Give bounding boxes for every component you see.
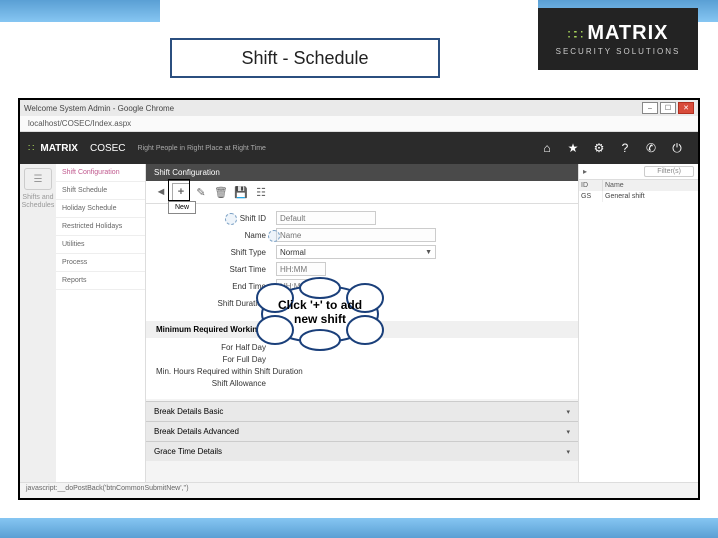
brand-name: MATRIX [587, 22, 668, 45]
category-rail: ☰ Shifts and Schedules [20, 164, 56, 482]
annotation-marker [268, 230, 280, 242]
start-time-label: Start Time [156, 265, 276, 274]
category-icon[interactable]: ☰ [24, 168, 52, 190]
full-day-label: For Full Day [156, 355, 276, 364]
window-maximize-button[interactable]: ☐ [660, 102, 676, 114]
name-label: Name [156, 231, 276, 240]
right-list-panel: ▸ Filter(s) ID Name GS General shift [578, 164, 698, 482]
sidebar-item-shift-schedule[interactable]: Shift Schedule [56, 182, 145, 200]
col-id-header: ID [579, 180, 603, 191]
callout-bubble: Click '+' to add new shift [245, 276, 395, 352]
slide-title: Shift - Schedule [241, 48, 368, 69]
shift-allowance-label: Shift Allowance [156, 379, 276, 388]
browser-address-bar[interactable]: localhost/COSEC/Index.aspx [20, 116, 698, 132]
window-close-button[interactable]: ✕ [678, 102, 694, 114]
app-name: COSEC [90, 143, 126, 154]
window-minimize-button[interactable]: – [642, 102, 658, 114]
list-collapse-icon[interactable]: ▸ [583, 167, 587, 176]
sidebar-item-restricted-holidays[interactable]: Restricted Holidays [56, 218, 145, 236]
app-tagline: Right People in Right Place at Right Tim… [138, 145, 266, 152]
accordion-grace-time-label: Grace Time Details [154, 447, 222, 456]
shift-id-input[interactable] [276, 211, 376, 225]
app-logo-icon: ∷ [28, 143, 34, 154]
sidebar-item-holiday-schedule[interactable]: Holiday Schedule [56, 200, 145, 218]
accent-bottom [0, 518, 718, 538]
brand-logo: ∷∷ MATRIX SECURITY SOLUTIONS [538, 8, 698, 70]
sidebar-item-reports[interactable]: Reports [56, 272, 145, 290]
browser-address-text: localhost/COSEC/Index.aspx [28, 119, 131, 128]
callout-line2: new shift [294, 312, 346, 326]
accordion-break-basic-label: Break Details Basic [154, 407, 223, 416]
power-icon[interactable]: ⏻ [664, 136, 690, 160]
name-input[interactable] [276, 228, 436, 242]
app-brand: MATRIX [40, 143, 78, 154]
chevron-down-icon: ▼ [425, 249, 432, 256]
start-time-input[interactable] [276, 262, 326, 276]
app-header: ∷ MATRIX COSEC Right People in Right Pla… [20, 132, 698, 164]
chevron-down-icon: ▾ [566, 448, 570, 456]
logo-dots-icon: ∷∷ [567, 29, 581, 39]
section-title: Shift Configuration [146, 164, 578, 181]
status-bar: javascript:__doPostBack('btnCommonSubmit… [20, 482, 698, 498]
shift-type-label: Shift Type [156, 248, 276, 257]
row-name: General shift [603, 191, 698, 202]
status-text: javascript:__doPostBack('btnCommonSubmit… [26, 485, 189, 492]
delete-button[interactable]: 🗑 [212, 183, 230, 201]
add-button-tooltip: New [168, 201, 196, 214]
sidebar: Shift Configuration Shift Schedule Holid… [56, 164, 146, 482]
min-hours-label: Min. Hours Required within Shift Duratio… [156, 367, 313, 376]
row-id: GS [579, 191, 603, 202]
sidebar-item-process[interactable]: Process [56, 254, 145, 272]
add-button-highlight [168, 179, 190, 201]
sidebar-item-shift-configuration[interactable]: Shift Configuration [56, 164, 145, 182]
col-name-header: Name [603, 180, 698, 191]
brand-tagline: SECURITY SOLUTIONS [556, 47, 681, 56]
home-icon[interactable]: ⌂ [534, 136, 560, 160]
accordion-grace-time[interactable]: Grace Time Details ▾ [146, 441, 578, 461]
chevron-down-icon: ▾ [566, 428, 570, 436]
accordion-break-basic[interactable]: Break Details Basic ▾ [146, 401, 578, 421]
list-button[interactable]: ☷ [252, 183, 270, 201]
star-icon[interactable]: ★ [560, 136, 586, 160]
edit-button[interactable]: ✎ [192, 183, 210, 201]
chevron-down-icon: ▾ [566, 408, 570, 416]
gear-icon[interactable]: ⚙ [586, 136, 612, 160]
accordion-break-advanced[interactable]: Break Details Advanced ▾ [146, 421, 578, 441]
category-label: Shifts and Schedules [20, 194, 56, 210]
browser-window-title: Welcome System Admin - Google Chrome [24, 104, 174, 113]
save-button[interactable]: 💾 [232, 183, 250, 201]
accordion-break-advanced-label: Break Details Advanced [154, 427, 239, 436]
shift-type-value: Normal [280, 248, 306, 257]
toolbar: ◄ + ✎ 🗑 💾 ☷ New [146, 181, 578, 204]
browser-titlebar: Welcome System Admin - Google Chrome – ☐… [20, 100, 698, 116]
annotation-marker [225, 213, 237, 225]
help-icon[interactable]: ? [612, 136, 638, 160]
filters-button[interactable]: Filter(s) [644, 166, 694, 177]
list-row[interactable]: GS General shift [579, 191, 698, 202]
accent-top-left [0, 0, 160, 22]
callout-line1: Click '+' to add [278, 298, 362, 312]
slide-title-box: Shift - Schedule [170, 38, 440, 78]
sidebar-item-utilities[interactable]: Utilities [56, 236, 145, 254]
shift-type-select[interactable]: Normal ▼ [276, 245, 436, 259]
phone-icon[interactable]: ✆ [638, 136, 664, 160]
shift-id-label: Shift ID [156, 214, 276, 223]
